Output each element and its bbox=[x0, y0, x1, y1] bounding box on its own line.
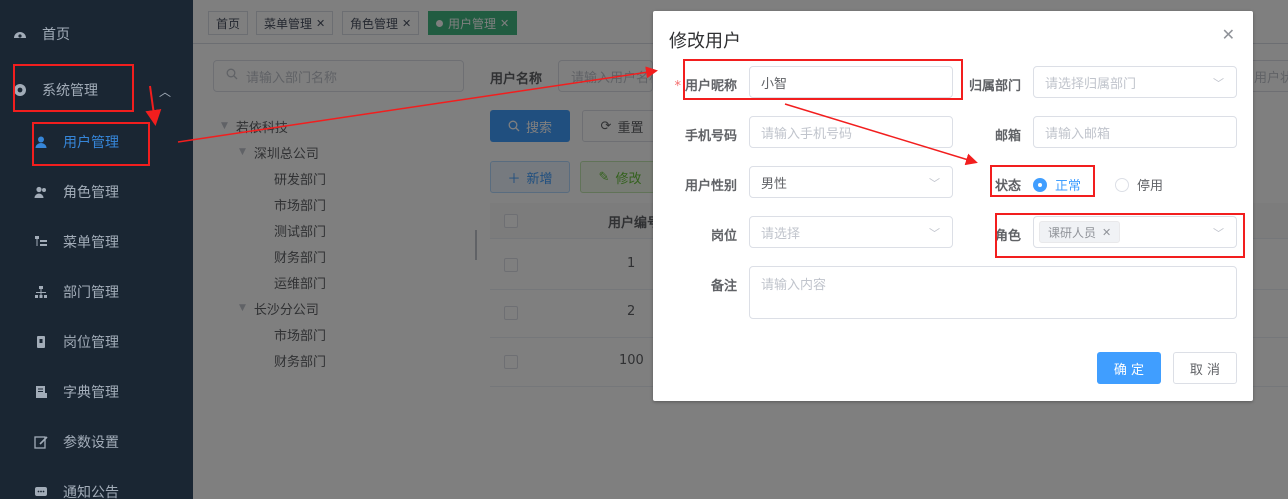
annotation-arrow bbox=[784, 103, 978, 166]
annotation-arrows bbox=[145, 66, 978, 166]
annotation-arrow bbox=[177, 66, 658, 143]
annotation-arrow bbox=[145, 85, 162, 126]
